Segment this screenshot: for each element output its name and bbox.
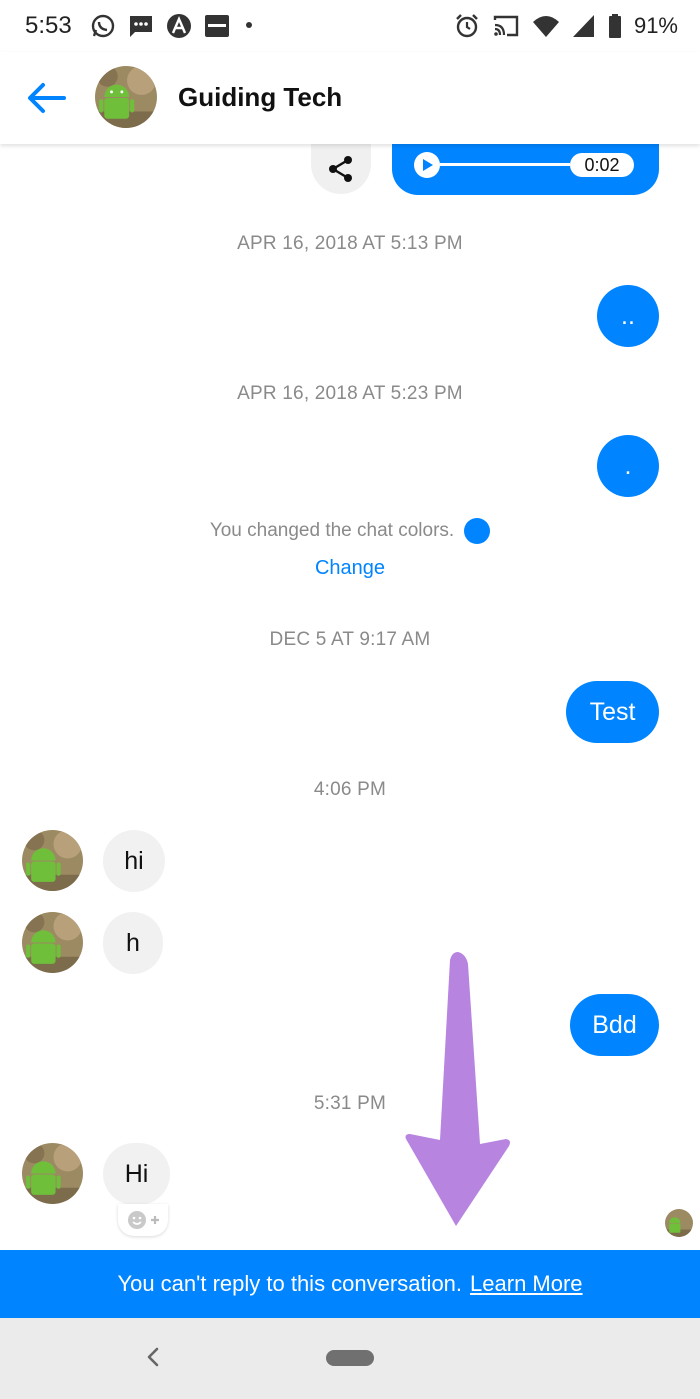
- add-reaction-button[interactable]: [118, 1204, 168, 1236]
- timestamp: APR 16, 2018 AT 5:23 PM: [237, 383, 463, 404]
- cast-icon: [493, 15, 519, 37]
- android-avatar-icon: [22, 830, 83, 891]
- audio-play-button[interactable]: [414, 152, 440, 178]
- nav-back-button[interactable]: [138, 1342, 168, 1372]
- play-icon: [423, 159, 433, 171]
- system-note-text: You changed the chat colors.: [209, 520, 455, 541]
- conversation-title[interactable]: Guiding Tech: [178, 82, 342, 113]
- battery-icon: [608, 14, 621, 38]
- timestamp: 5:31 PM: [313, 1093, 387, 1114]
- incoming-message[interactable]: hi: [103, 830, 165, 892]
- timestamp: DEC 5 AT 9:17 AM: [269, 629, 431, 650]
- change-colors-link[interactable]: Change: [0, 557, 700, 580]
- outgoing-message[interactable]: .: [597, 435, 659, 497]
- notification-icons: [90, 12, 256, 40]
- smiley-plus-icon: [128, 1211, 159, 1229]
- android-avatar-icon: [665, 1209, 693, 1237]
- status-bar: 5:53 91%: [0, 0, 700, 52]
- cannot-reply-banner: You can't reply to this conversation. Le…: [0, 1250, 700, 1318]
- share-icon: [329, 156, 352, 182]
- timestamp: 4:06 PM: [313, 779, 387, 800]
- timestamp: APR 16, 2018 AT 5:13 PM: [237, 233, 463, 254]
- status-time: 5:53: [25, 12, 72, 39]
- messenger-screen: 5:53 91% Guiding Tech 0:02 APR 16, 2018 …: [0, 0, 700, 1399]
- cannot-reply-text: You can't reply to this conversation.: [117, 1271, 463, 1296]
- android-avatar-icon: [22, 1143, 83, 1204]
- learn-more-link[interactable]: Learn More: [470, 1271, 583, 1297]
- sms-icon: [130, 16, 152, 37]
- outgoing-message[interactable]: Bdd: [570, 994, 659, 1056]
- wifi-icon: [532, 16, 559, 37]
- incoming-message[interactable]: h: [103, 912, 163, 974]
- audio-message-bubble[interactable]: 0:02: [392, 144, 659, 195]
- android-nav-bar: [0, 1318, 700, 1399]
- paytm-icon: [205, 15, 229, 37]
- android-avatar-icon: [95, 66, 157, 128]
- conversation-header: Guiding Tech: [0, 52, 700, 144]
- message-list[interactable]: 0:02 APR 16, 2018 AT 5:13 PM .. APR 16, …: [0, 144, 700, 1250]
- contact-avatar[interactable]: [95, 66, 157, 128]
- signal-icon: [572, 15, 594, 37]
- chat-color-change-note: You changed the chat colors.: [0, 518, 700, 544]
- audio-progress-track[interactable]: [440, 163, 570, 166]
- arc-app-icon: [167, 14, 191, 38]
- nav-home-pill[interactable]: [326, 1350, 374, 1366]
- annotation-arrow-down-icon: [405, 952, 510, 1226]
- outgoing-message[interactable]: Test: [566, 681, 659, 743]
- seen-indicator-avatar: [665, 1209, 693, 1237]
- back-button[interactable]: [22, 76, 70, 120]
- share-button[interactable]: [311, 144, 371, 194]
- whatsapp-icon: [91, 14, 115, 38]
- sender-avatar[interactable]: [22, 1143, 83, 1204]
- arrow-left-icon: [28, 83, 66, 113]
- chevron-left-icon: [147, 1347, 159, 1367]
- incoming-message[interactable]: Hi: [103, 1143, 170, 1205]
- chat-color-swatch: [464, 518, 491, 544]
- system-status-icons: 91%: [454, 12, 678, 40]
- audio-duration: 0:02: [570, 153, 634, 177]
- more-notifications-dot-icon: [246, 22, 252, 28]
- sender-avatar[interactable]: [22, 830, 83, 891]
- battery-percent: 91%: [633, 13, 678, 38]
- sender-avatar[interactable]: [22, 912, 83, 973]
- outgoing-message[interactable]: ..: [597, 285, 659, 347]
- android-avatar-icon: [22, 912, 83, 973]
- alarm-icon: [456, 14, 478, 38]
